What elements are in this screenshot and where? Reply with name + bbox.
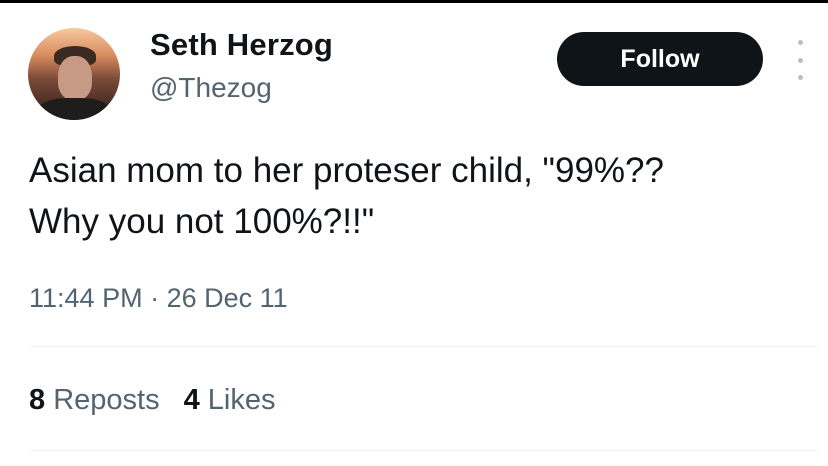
tweet-timestamp[interactable]: 11:44 PM · 26 Dec 11: [29, 283, 288, 314]
author-handle[interactable]: @Thezog: [150, 72, 272, 104]
follow-button[interactable]: Follow: [557, 32, 763, 86]
top-border: [0, 0, 828, 3]
tweet-text: Asian mom to her proteser child, "99%?? …: [29, 145, 819, 247]
more-dot: [797, 57, 803, 63]
more-vertical-icon[interactable]: [790, 40, 810, 80]
reposts-label: Reposts: [53, 384, 160, 416]
avatar-face: [58, 56, 92, 100]
engagement-stats: 8 Reposts 4 Likes: [29, 384, 276, 417]
author-name[interactable]: Seth Herzog: [150, 27, 333, 63]
tweet-text-line: Asian mom to her proteser child, "99%??: [29, 151, 664, 190]
avatar[interactable]: [28, 28, 120, 120]
tweet-text-line: Why you not 100%?!!": [29, 202, 375, 241]
likes-stat[interactable]: 4 Likes: [184, 384, 276, 417]
reposts-count: 8: [29, 384, 46, 416]
divider: [29, 346, 819, 347]
reposts-stat[interactable]: 8 Reposts: [29, 384, 160, 417]
avatar-shirt: [38, 98, 110, 120]
more-dot: [797, 75, 803, 80]
more-dot: [797, 40, 803, 45]
likes-count: 4: [183, 384, 200, 416]
tweet-date: 26 Dec 11: [166, 283, 288, 313]
likes-label: Likes: [207, 384, 276, 416]
tweet-time: 11:44 PM: [29, 283, 143, 313]
timestamp-separator: ·: [150, 283, 160, 313]
divider: [29, 450, 819, 451]
